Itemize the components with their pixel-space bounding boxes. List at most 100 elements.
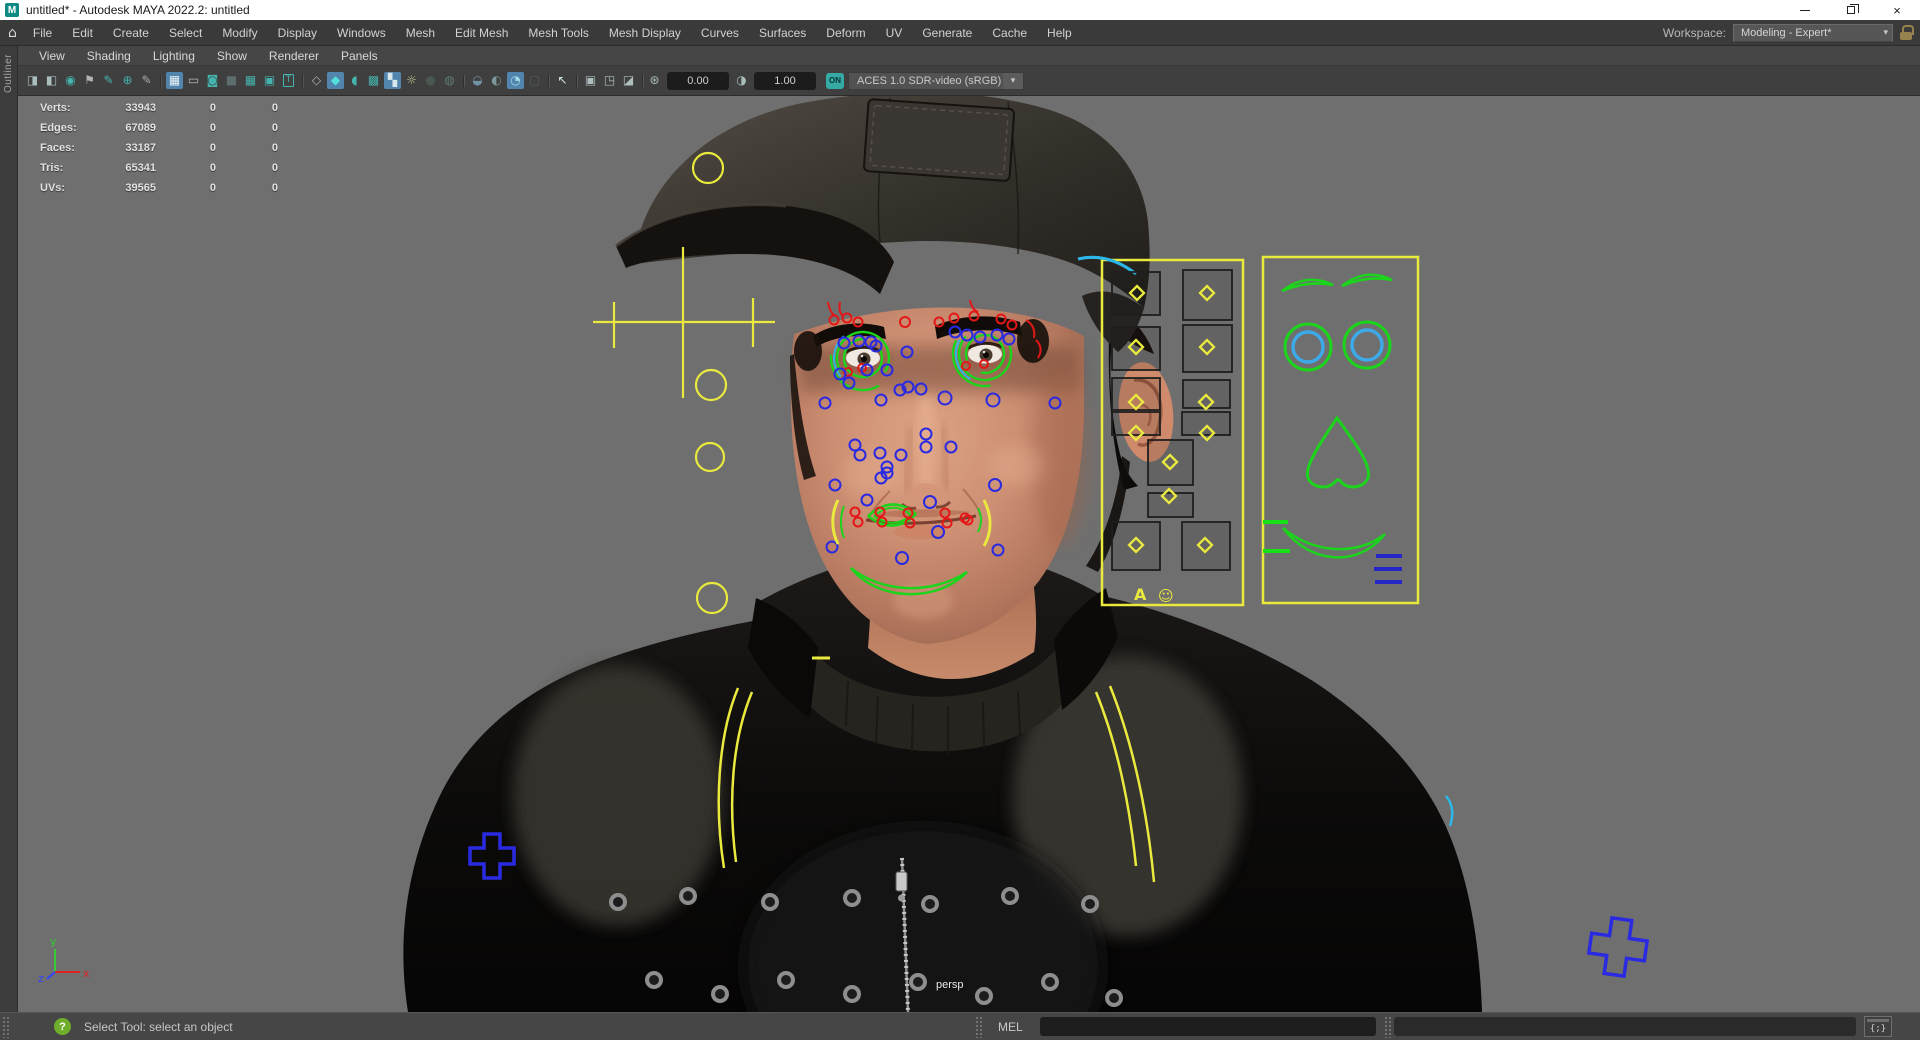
main-menus: File Edit Create Select Modify Display Windows… [23,20,1082,46]
gate-mask-icon[interactable]: ■ [223,72,240,89]
safe-title-icon[interactable]: T [280,72,297,89]
menu-item[interactable]: Create [103,20,159,46]
toolbar-separator[interactable] [299,72,306,89]
toolbar-separator[interactable] [573,72,580,89]
lights-icon[interactable]: ☼ [403,72,420,89]
ambient-occlusion-icon[interactable]: ◍ [441,72,458,89]
color-managed-toggle[interactable]: ON [826,72,844,89]
main-menu-bar: ⌂ File Edit Create Select Modify Display Windo… [0,20,1920,46]
menu-item[interactable]: Mesh Tools [518,20,598,46]
safe-action-icon[interactable]: ▣ [261,72,278,89]
drag-handle[interactable] [975,1015,982,1038]
toolbar-separator[interactable] [157,72,164,89]
exposure-field[interactable]: 0.00 [667,71,729,90]
menu-item[interactable]: Display [268,20,327,46]
selection-highlight-icon[interactable]: ↖ [554,72,571,89]
isolate-select-icon[interactable]: ▣ [582,72,599,89]
grease-pencil-icon[interactable]: ✎ [138,72,155,89]
script-editor-button[interactable]: {;} [1864,1016,1892,1037]
rig-panel-face[interactable] [1261,255,1420,605]
anti-aliasing-icon[interactable]: ▢ [526,72,543,89]
grid-icon[interactable]: ▦ [166,72,183,89]
fog-icon[interactable]: ◒ [469,72,486,89]
help-icon: ? [54,1018,71,1035]
mel-label[interactable]: MEL [998,1020,1023,1034]
help-line-text: Select Tool: select an object [84,1019,233,1034]
restore-icon [1847,4,1859,14]
outliner-collapsed-panel[interactable]: Outliner [0,46,18,1012]
drag-handle[interactable] [2,1015,9,1038]
use-default-material-icon[interactable]: ▚ [384,72,401,89]
menu-item[interactable]: Mesh Display [599,20,691,46]
menu-item[interactable]: Edit [62,20,103,46]
pan-zoom-icon[interactable]: ⊕ [119,72,136,89]
home-icon[interactable]: ⌂ [8,25,17,41]
axis-z-label: z [38,972,44,985]
gamma-icon[interactable]: ◑ [733,72,750,89]
rig-panel-sliders[interactable]: A ☺ [1077,255,1245,607]
wireframe-on-shaded-icon[interactable]: ◖ [346,72,363,89]
motion-blur-icon[interactable]: ◔ [507,72,524,89]
workspace-lock-icon[interactable] [1900,25,1914,40]
panel-menu-item[interactable]: Renderer [258,49,330,63]
menu-item[interactable]: Select [159,20,212,46]
command-line-output [1394,1017,1856,1036]
hud-row: Edges: 67089 0 0 [40,122,278,134]
perspective-viewport[interactable]: Verts: 33943 0 0 Edges: 67089 0 0 Faces:… [18,96,1920,1012]
image-plane-icon[interactable]: ✎ [100,72,117,89]
axis-y-label: y [50,935,57,948]
toolbar-separator[interactable] [545,72,552,89]
panel-menu-item[interactable]: View [28,49,76,63]
workspace-select[interactable]: Modeling - Expert* ▾ [1733,23,1893,42]
toolbar-separator[interactable] [460,72,467,89]
menu-item[interactable]: Edit Mesh [445,20,518,46]
color-space-select[interactable]: ACES 1.0 SDR-video (sRGB) ▾ [848,71,1024,90]
exposure-icon[interactable]: ⊛ [646,72,663,89]
panel-menu-item[interactable]: Panels [330,49,389,63]
command-line-input[interactable] [1040,1017,1376,1036]
blue-cross-control-right[interactable] [1586,915,1650,979]
camera-icon[interactable]: ◨ [24,72,41,89]
panel-menu-item[interactable]: Shading [76,49,142,63]
isolate-selected-add-icon[interactable]: ◳ [601,72,618,89]
panel-menu-item[interactable]: Lighting [142,49,206,63]
workspace-box: Workspace: Modeling - Expert* ▾ [1663,23,1914,42]
chevron-down-icon: ▾ [1883,27,1888,38]
menu-item[interactable]: Mesh [396,20,445,46]
bookmark-icon[interactable]: ⚑ [81,72,98,89]
shaded-icon[interactable]: ◆ [327,72,344,89]
depth-of-field-icon[interactable]: ◐ [488,72,505,89]
field-chart-icon[interactable]: ▦ [242,72,259,89]
menu-item[interactable]: Help [1037,20,1082,46]
drag-handle[interactable] [1384,1015,1391,1038]
viewport-scene[interactable]: A ☺ y x z [18,96,1920,1012]
wireframe-icon[interactable]: ◇ [308,72,325,89]
panel-menu-item[interactable]: Show [206,49,258,63]
film-gate-icon[interactable]: ▭ [185,72,202,89]
shadows-icon[interactable]: ● [422,72,439,89]
textured-icon[interactable]: ▩ [365,72,382,89]
menu-item[interactable]: Cache [982,20,1037,46]
xray-icon[interactable]: ◪ [620,72,637,89]
camera-lock-icon[interactable]: ◧ [43,72,60,89]
minimize-button[interactable] [1782,0,1828,20]
camera-orbit-icon[interactable]: ◉ [62,72,79,89]
menu-item[interactable]: UV [876,20,913,46]
menu-item[interactable]: Deform [816,20,875,46]
toolbar-separator[interactable] [639,72,646,89]
restore-button[interactable] [1828,0,1874,20]
camera-name-label[interactable]: persp [936,979,964,991]
menu-item[interactable]: Curves [691,20,749,46]
crosshair-control[interactable] [593,247,775,398]
menu-item[interactable]: Windows [327,20,396,46]
menu-item[interactable]: Modify [212,20,267,46]
gamma-field[interactable]: 1.00 [754,71,816,90]
axis-gizmo: y x z [38,935,90,985]
resolution-gate-icon[interactable]: ◙ [204,72,221,89]
menu-item[interactable]: Surfaces [749,20,816,46]
menu-item[interactable]: File [23,20,62,46]
menu-item[interactable]: Generate [912,20,982,46]
close-button[interactable]: × [1874,0,1920,20]
cyan-rig-curve[interactable] [1445,795,1454,827]
hud-row: Tris: 65341 0 0 [40,162,278,174]
